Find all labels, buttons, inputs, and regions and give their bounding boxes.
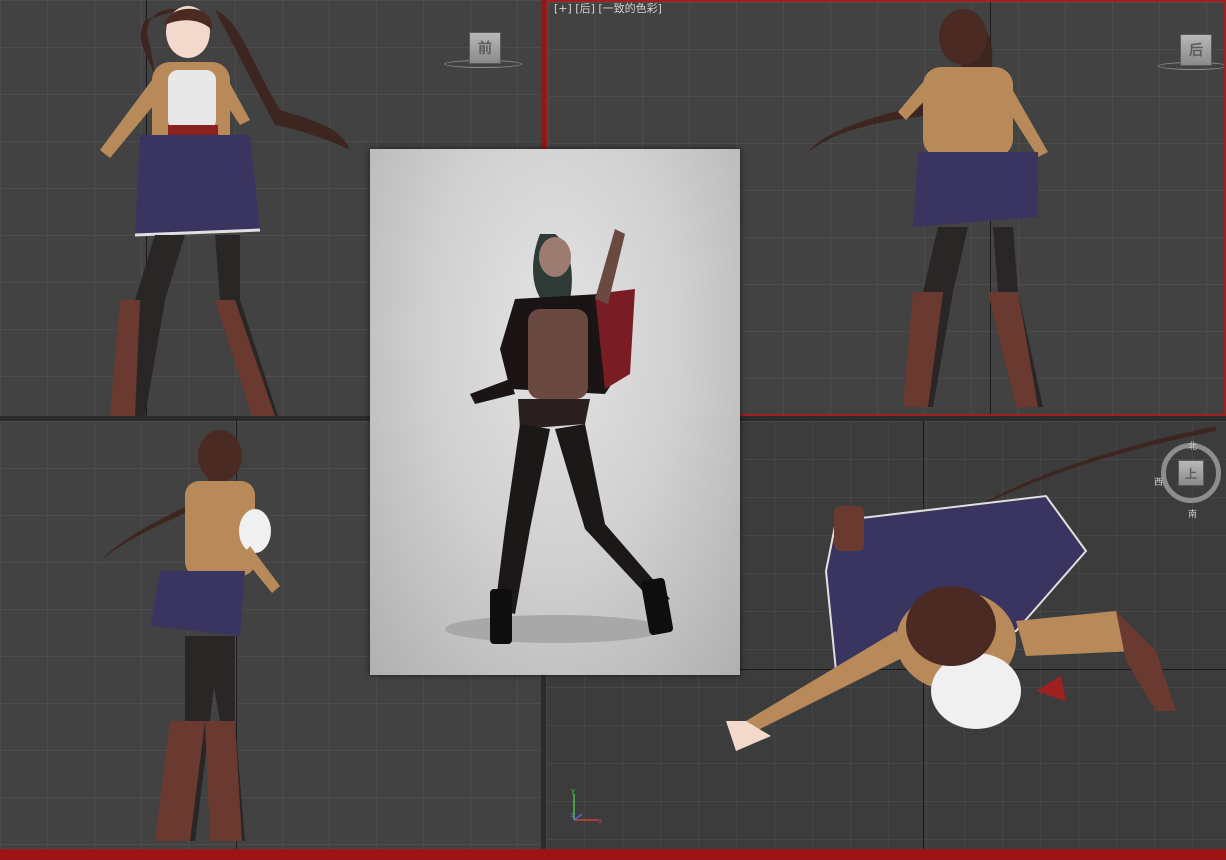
view-cube-icon[interactable]: 后 <box>1180 34 1212 66</box>
character-model-back[interactable] <box>788 2 1108 416</box>
character-model-front[interactable] <box>40 0 360 416</box>
svg-text:x: x <box>598 817 602 825</box>
viewport-label[interactable]: [+] [后] [一致的色彩] <box>554 2 662 16</box>
active-viewport-marker <box>541 0 546 150</box>
axis-tripod-icon: y x z <box>570 787 602 825</box>
reference-image-window[interactable] <box>370 149 740 675</box>
svg-text:z: z <box>570 811 574 819</box>
character-model-side[interactable] <box>90 421 310 849</box>
status-bar <box>0 849 1226 860</box>
view-cube-icon[interactable]: 前 <box>469 32 501 64</box>
character-model-top[interactable] <box>716 421 1226 849</box>
svg-text:y: y <box>571 787 575 795</box>
reference-image <box>445 229 674 644</box>
